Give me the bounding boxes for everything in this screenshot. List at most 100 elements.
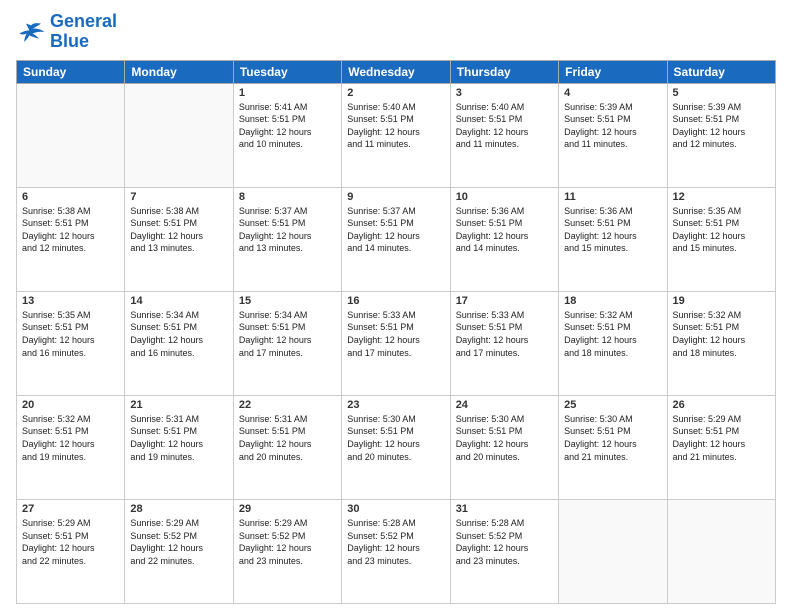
calendar-cell: 22Sunrise: 5:31 AM Sunset: 5:51 PM Dayli… [233, 395, 341, 499]
day-info: Sunrise: 5:34 AM Sunset: 5:51 PM Dayligh… [239, 309, 336, 359]
calendar-cell: 31Sunrise: 5:28 AM Sunset: 5:52 PM Dayli… [450, 499, 558, 603]
day-number: 4 [564, 87, 661, 99]
week-row-0: 1 Sunrise: 5:41 AM Sunset: 5:51 PM Daylig… [17, 83, 776, 187]
calendar-cell: 5 Sunrise: 5:39 AM Sunset: 5:51 PM Daylig… [667, 83, 775, 187]
day-info: Sunrise: 5:38 AM Sunset: 5:51 PM Dayligh… [130, 205, 227, 255]
calendar-cell: 16Sunrise: 5:33 AM Sunset: 5:51 PM Dayli… [342, 291, 450, 395]
calendar-cell: 7 Sunrise: 5:38 AM Sunset: 5:51 PM Daylig… [125, 187, 233, 291]
day-number: 28 [130, 503, 227, 515]
calendar-cell: 17 Sunrise: 5:33 AM Sunset: 5:51 PM Dayli… [450, 291, 558, 395]
day-info: Sunrise: 5:33 AM Sunset: 5:51 PM Dayligh… [456, 309, 553, 359]
day-info: Sunrise: 5:32 AM Sunset: 5:51 PM Dayligh… [564, 309, 661, 359]
calendar-cell: 23 Sunrise: 5:30 AM Sunset: 5:51 PM Dayli… [342, 395, 450, 499]
day-number: 6 [22, 191, 119, 203]
calendar-cell: 25 Sunrise: 5:30 AM Sunset: 5:51 PM Dayli… [559, 395, 667, 499]
calendar-cell: 12Sunrise: 5:35 AM Sunset: 5:51 PM Dayli… [667, 187, 775, 291]
day-info: Sunrise: 5:29 AM Sunset: 5:51 PM Dayligh… [22, 517, 119, 567]
weekday-header-thursday: Thursday [450, 60, 558, 83]
calendar-cell [559, 499, 667, 603]
calendar-cell: 14 Sunrise: 5:34 AM Sunset: 5:51 PM Dayli… [125, 291, 233, 395]
calendar-cell: 1 Sunrise: 5:41 AM Sunset: 5:51 PM Daylig… [233, 83, 341, 187]
day-info: Sunrise: 5:30 AM Sunset: 5:51 PM Dayligh… [347, 413, 444, 463]
day-info: Sunrise: 5:40 AM Sunset: 5:51 PM Dayligh… [347, 101, 444, 151]
calendar-cell: 3 Sunrise: 5:40 AM Sunset: 5:51 PM Daylig… [450, 83, 558, 187]
day-info: Sunrise: 5:37 AM Sunset: 5:51 PM Dayligh… [347, 205, 444, 255]
day-number: 19 [673, 295, 770, 307]
day-number: 1 [239, 87, 336, 99]
day-info: Sunrise: 5:39 AM Sunset: 5:51 PM Dayligh… [564, 101, 661, 151]
calendar-cell: 24Sunrise: 5:30 AM Sunset: 5:51 PM Dayli… [450, 395, 558, 499]
day-info: Sunrise: 5:38 AM Sunset: 5:51 PM Dayligh… [22, 205, 119, 255]
day-info: Sunrise: 5:31 AM Sunset: 5:51 PM Dayligh… [130, 413, 227, 463]
week-row-4: 27 Sunrise: 5:29 AM Sunset: 5:51 PM Dayli… [17, 499, 776, 603]
day-info: Sunrise: 5:35 AM Sunset: 5:51 PM Dayligh… [673, 205, 770, 255]
calendar-cell: 29Sunrise: 5:29 AM Sunset: 5:52 PM Dayli… [233, 499, 341, 603]
day-info: Sunrise: 5:29 AM Sunset: 5:51 PM Dayligh… [673, 413, 770, 463]
calendar-cell: 30 Sunrise: 5:28 AM Sunset: 5:52 PM Dayli… [342, 499, 450, 603]
weekday-header-row: SundayMondayTuesdayWednesdayThursdayFrid… [17, 60, 776, 83]
calendar-cell: 11Sunrise: 5:36 AM Sunset: 5:51 PM Dayli… [559, 187, 667, 291]
calendar-cell [125, 83, 233, 187]
weekday-header-wednesday: Wednesday [342, 60, 450, 83]
weekday-header-sunday: Sunday [17, 60, 125, 83]
logo-icon [16, 20, 46, 44]
calendar-table: SundayMondayTuesdayWednesdayThursdayFrid… [16, 60, 776, 604]
day-number: 8 [239, 191, 336, 203]
day-number: 21 [130, 399, 227, 411]
day-number: 3 [456, 87, 553, 99]
day-info: Sunrise: 5:40 AM Sunset: 5:51 PM Dayligh… [456, 101, 553, 151]
calendar-cell: 15 Sunrise: 5:34 AM Sunset: 5:51 PM Dayli… [233, 291, 341, 395]
day-number: 31 [456, 503, 553, 515]
day-info: Sunrise: 5:28 AM Sunset: 5:52 PM Dayligh… [347, 517, 444, 567]
calendar-cell [17, 83, 125, 187]
calendar-cell: 8Sunrise: 5:37 AM Sunset: 5:51 PM Daylig… [233, 187, 341, 291]
day-number: 14 [130, 295, 227, 307]
weekday-header-monday: Monday [125, 60, 233, 83]
day-number: 17 [456, 295, 553, 307]
day-info: Sunrise: 5:30 AM Sunset: 5:51 PM Dayligh… [456, 413, 553, 463]
day-number: 5 [673, 87, 770, 99]
day-info: Sunrise: 5:32 AM Sunset: 5:51 PM Dayligh… [673, 309, 770, 359]
day-number: 26 [673, 399, 770, 411]
week-row-1: 6 Sunrise: 5:38 AM Sunset: 5:51 PM Daylig… [17, 187, 776, 291]
day-number: 7 [130, 191, 227, 203]
day-number: 29 [239, 503, 336, 515]
day-number: 27 [22, 503, 119, 515]
day-info: Sunrise: 5:34 AM Sunset: 5:51 PM Dayligh… [130, 309, 227, 359]
day-number: 15 [239, 295, 336, 307]
weekday-header-saturday: Saturday [667, 60, 775, 83]
day-number: 25 [564, 399, 661, 411]
calendar-cell: 28 Sunrise: 5:29 AM Sunset: 5:52 PM Dayli… [125, 499, 233, 603]
day-info: Sunrise: 5:35 AM Sunset: 5:51 PM Dayligh… [22, 309, 119, 359]
day-number: 20 [22, 399, 119, 411]
day-number: 18 [564, 295, 661, 307]
weekday-header-tuesday: Tuesday [233, 60, 341, 83]
weekday-header-friday: Friday [559, 60, 667, 83]
calendar-cell: 20 Sunrise: 5:32 AM Sunset: 5:51 PM Dayli… [17, 395, 125, 499]
calendar-cell: 6 Sunrise: 5:38 AM Sunset: 5:51 PM Daylig… [17, 187, 125, 291]
calendar-cell: 2 Sunrise: 5:40 AM Sunset: 5:51 PM Daylig… [342, 83, 450, 187]
day-number: 11 [564, 191, 661, 203]
calendar-cell: 21 Sunrise: 5:31 AM Sunset: 5:51 PM Dayli… [125, 395, 233, 499]
week-row-3: 20 Sunrise: 5:32 AM Sunset: 5:51 PM Dayli… [17, 395, 776, 499]
day-info: Sunrise: 5:39 AM Sunset: 5:51 PM Dayligh… [673, 101, 770, 151]
header: General Blue [16, 12, 776, 52]
day-info: Sunrise: 5:32 AM Sunset: 5:51 PM Dayligh… [22, 413, 119, 463]
day-info: Sunrise: 5:41 AM Sunset: 5:51 PM Dayligh… [239, 101, 336, 151]
calendar-cell: 18 Sunrise: 5:32 AM Sunset: 5:51 PM Dayli… [559, 291, 667, 395]
day-info: Sunrise: 5:29 AM Sunset: 5:52 PM Dayligh… [130, 517, 227, 567]
day-number: 2 [347, 87, 444, 99]
day-info: Sunrise: 5:30 AM Sunset: 5:51 PM Dayligh… [564, 413, 661, 463]
day-number: 23 [347, 399, 444, 411]
logo-text: General Blue [50, 12, 117, 52]
day-number: 13 [22, 295, 119, 307]
calendar-cell: 10Sunrise: 5:36 AM Sunset: 5:51 PM Dayli… [450, 187, 558, 291]
day-number: 30 [347, 503, 444, 515]
calendar-cell [667, 499, 775, 603]
calendar-cell: 13 Sunrise: 5:35 AM Sunset: 5:51 PM Dayli… [17, 291, 125, 395]
logo: General Blue [16, 12, 117, 52]
day-number: 9 [347, 191, 444, 203]
calendar-cell: 4 Sunrise: 5:39 AM Sunset: 5:51 PM Daylig… [559, 83, 667, 187]
calendar-cell: 27 Sunrise: 5:29 AM Sunset: 5:51 PM Dayli… [17, 499, 125, 603]
page: General Blue SundayMondayTuesdayWednesda… [0, 0, 792, 612]
